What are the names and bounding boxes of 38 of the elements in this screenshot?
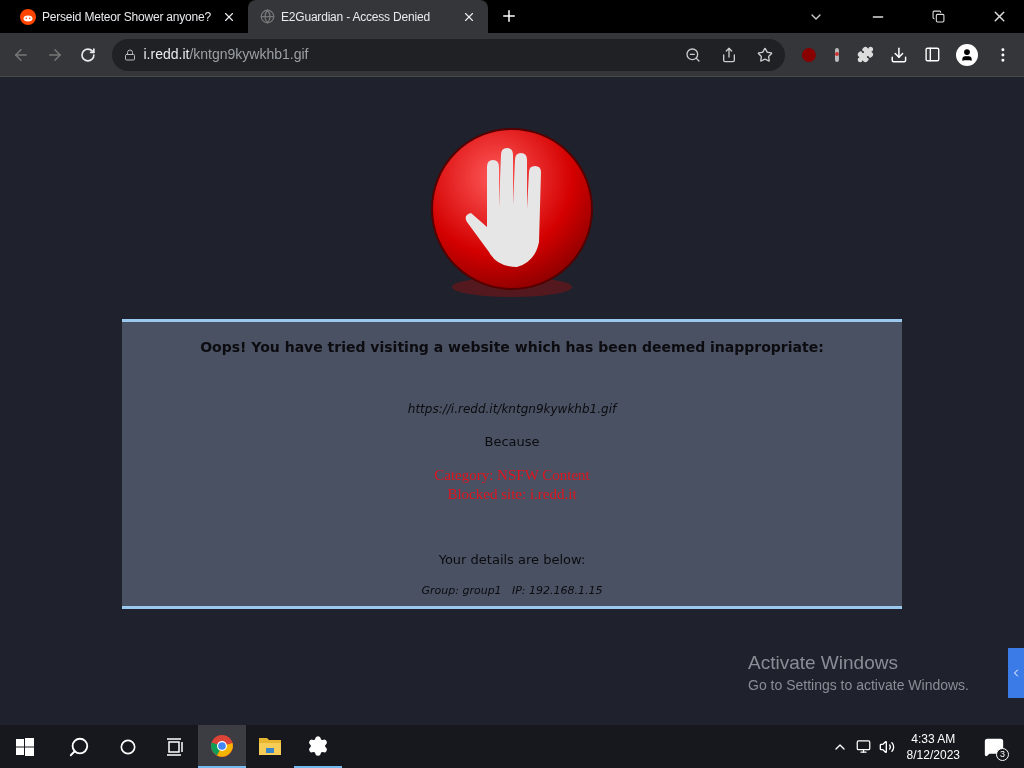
zoom-icon[interactable] (685, 46, 702, 63)
download-icon[interactable] (889, 45, 908, 64)
reason-text: Category: NSFW Content (434, 465, 590, 485)
address-bar[interactable]: i.redd.it/kntgn9kywkhb1.gif (111, 38, 786, 71)
taskbar-app[interactable] (198, 725, 246, 768)
share-icon[interactable] (721, 46, 738, 63)
network-icon[interactable] (855, 739, 871, 754)
globe-icon (260, 9, 275, 24)
volume-icon[interactable] (878, 738, 895, 755)
chrome-icon[interactable] (210, 733, 234, 758)
task-view-icon[interactable] (166, 737, 184, 756)
new-tab-icon[interactable] (500, 7, 518, 25)
heading: Oops! You have tried visiting a website which has been deemed inappropriate: (200, 338, 824, 357)
side-panel-icon[interactable] (923, 46, 941, 63)
browser-tab[interactable]: E2Guardian - Access Denied (248, 0, 488, 33)
activation-subtitle: Go to Settings to activate Windows. (748, 676, 969, 695)
details-text: Group: group1 IP: 192.168.1.15 (421, 583, 603, 599)
restore-icon[interactable] (932, 10, 945, 23)
bookmark-icon[interactable] (757, 46, 774, 63)
because-label: Because (484, 433, 540, 451)
extensions-icon[interactable] (856, 46, 874, 63)
alien-icon (20, 8, 36, 25)
tab-title: Perseid Meteor Shower anyone? (42, 8, 212, 26)
activation-title: Activate Windows (748, 651, 899, 675)
browser-tab[interactable]: Perseid Meteor Shower anyone? (8, 0, 248, 33)
tab-title: E2Guardian - Access Denied (281, 8, 431, 26)
reload-icon[interactable] (79, 46, 96, 63)
cortana-icon[interactable] (120, 738, 136, 755)
details-heading: Your details are below: (438, 550, 586, 569)
url-text: i.redd.it/kntgn9kywkhb1.gif (143, 45, 310, 64)
avatar-icon[interactable] (956, 43, 979, 66)
lock-icon (123, 48, 136, 61)
clock[interactable]: 4:33 AM 8/12/2023 (906, 730, 960, 763)
reason-text: Blocked site: i.redd.it (447, 484, 577, 504)
start-icon[interactable] (16, 737, 34, 756)
blocked-url: https://i.redd.it/kntgn9kywkhb1.gif (407, 401, 617, 418)
search-icon[interactable] (68, 735, 90, 758)
notifications-icon[interactable] (984, 736, 1004, 757)
